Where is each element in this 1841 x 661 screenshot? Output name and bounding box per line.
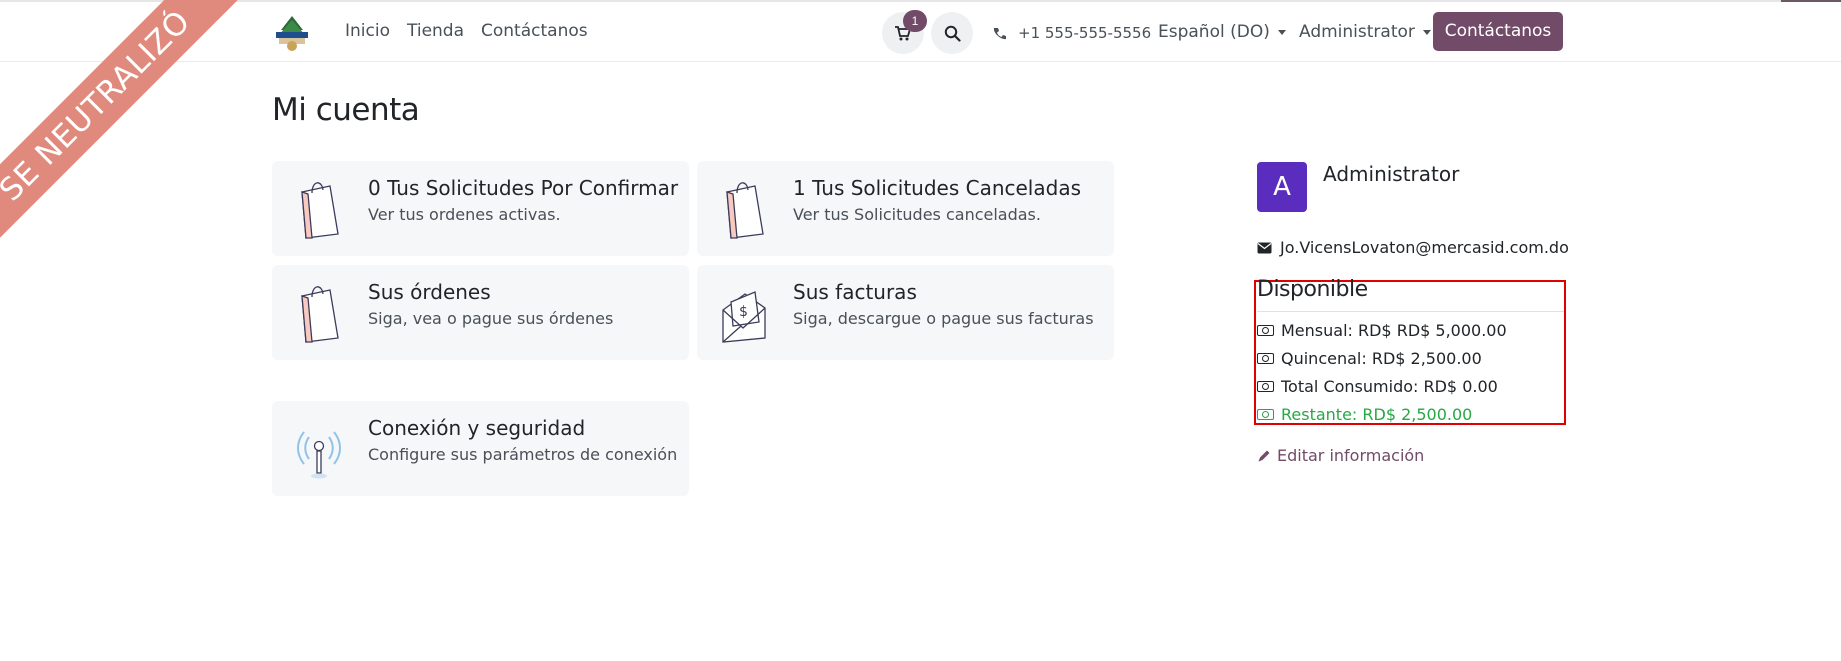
neutralized-ribbon: SE NEUTRALIZÓ [0,0,260,260]
card-title: Sus facturas [793,280,917,304]
user-dropdown[interactable]: Administrator [1299,22,1431,42]
shopping-bag-icon [726,182,764,239]
cart-count-badge: 1 [903,10,927,32]
search-icon [944,25,961,42]
balance-remaining: Restante: RD$ 2,500.00 [1257,405,1472,424]
card-title: Conexión y seguridad [368,416,586,440]
money-icon [1257,353,1274,364]
language-label: Español (DO) [1158,22,1270,42]
envelope-icon [1257,242,1272,253]
edit-info-link[interactable]: Editar información [1257,446,1424,465]
phone-number: +1 555-555-5556 [1018,24,1152,42]
search-button[interactable] [931,12,973,54]
phone-icon [993,27,1006,39]
site-header: Inicio Tienda Contáctanos 1 +1 555-555-5… [0,2,1841,62]
balance-monthly: Mensual: RD$ RD$ 5,000.00 [1257,321,1507,340]
card-subtitle: Configure sus parámetros de conexión [368,445,678,464]
money-icon [1257,325,1274,336]
balance-label: Total Consumido: RD$ 0.00 [1281,377,1498,396]
nav-contactanos[interactable]: Contáctanos [481,21,588,41]
divider [1257,311,1564,312]
card-subtitle: Ver tus Solicitudes canceladas. [793,205,1041,224]
money-icon [1257,409,1274,420]
card-title: 0 Tus Solicitudes Por Confirmar [368,176,679,200]
profile-email: Jo.VicensLovaton@mercasid.com.do [1257,238,1569,257]
nav-tienda[interactable]: Tienda [407,21,464,41]
card-title: 1 Tus Solicitudes Canceladas [793,176,1081,200]
balance-label: Mensual: RD$ RD$ 5,000.00 [1281,321,1507,340]
invoice-envelope-icon: $ [722,291,766,343]
user-menu-label: Administrator [1299,22,1415,42]
svg-text:$: $ [739,304,748,320]
balance-label: Quincenal: RD$ 2,500.00 [1281,349,1482,368]
pencil-icon [1258,450,1270,461]
card-connection-security[interactable]: Conexión y seguridad Configure sus parám… [272,401,689,496]
ribbon-label: SE NEUTRALIZÓ [0,0,248,259]
balance-label: Restante: RD$ 2,500.00 [1281,405,1473,424]
card-title: Sus órdenes [368,280,491,304]
shopping-bag-icon [301,182,339,239]
available-title: Disponible [1257,277,1368,302]
shopping-bag-icon [301,286,339,343]
contact-button[interactable]: Contáctanos [1433,12,1563,51]
card-orders[interactable]: Sus órdenes Siga, vea o pague sus órdene… [272,265,689,360]
phone-link[interactable]: +1 555-555-5556 [993,24,1151,42]
card-subtitle: Siga, vea o pague sus órdenes [368,309,614,328]
balance-biweekly: Quincenal: RD$ 2,500.00 [1257,349,1482,368]
card-cancelled-requests[interactable]: 1 Tus Solicitudes Canceladas Ver tus Sol… [697,161,1114,256]
nav-inicio[interactable]: Inicio [345,21,390,41]
balance-consumed: Total Consumido: RD$ 0.00 [1257,377,1498,396]
email-text: Jo.VicensLovaton@mercasid.com.do [1280,238,1569,257]
money-icon [1257,381,1274,392]
edit-info-label: Editar información [1277,446,1425,465]
card-subtitle: Siga, descargue o pague sus facturas [793,309,1094,328]
main-nav: Inicio Tienda Contáctanos [345,21,588,41]
chevron-down-icon [1422,29,1431,35]
card-pending-requests[interactable]: 0 Tus Solicitudes Por Confirmar Ver tus … [272,161,689,256]
card-invoices[interactable]: $ Sus facturas Siga, descargue o pague s… [697,265,1114,360]
card-subtitle: Ver tus ordenes activas. [368,205,561,224]
profile-name: Administrator [1323,162,1460,186]
language-dropdown[interactable]: Español (DO) [1158,22,1286,42]
page-title: Mi cuenta [272,92,420,128]
site-logo[interactable] [273,14,311,52]
antenna-icon [297,431,341,479]
avatar: A [1257,162,1307,212]
chevron-down-icon [1277,29,1286,35]
